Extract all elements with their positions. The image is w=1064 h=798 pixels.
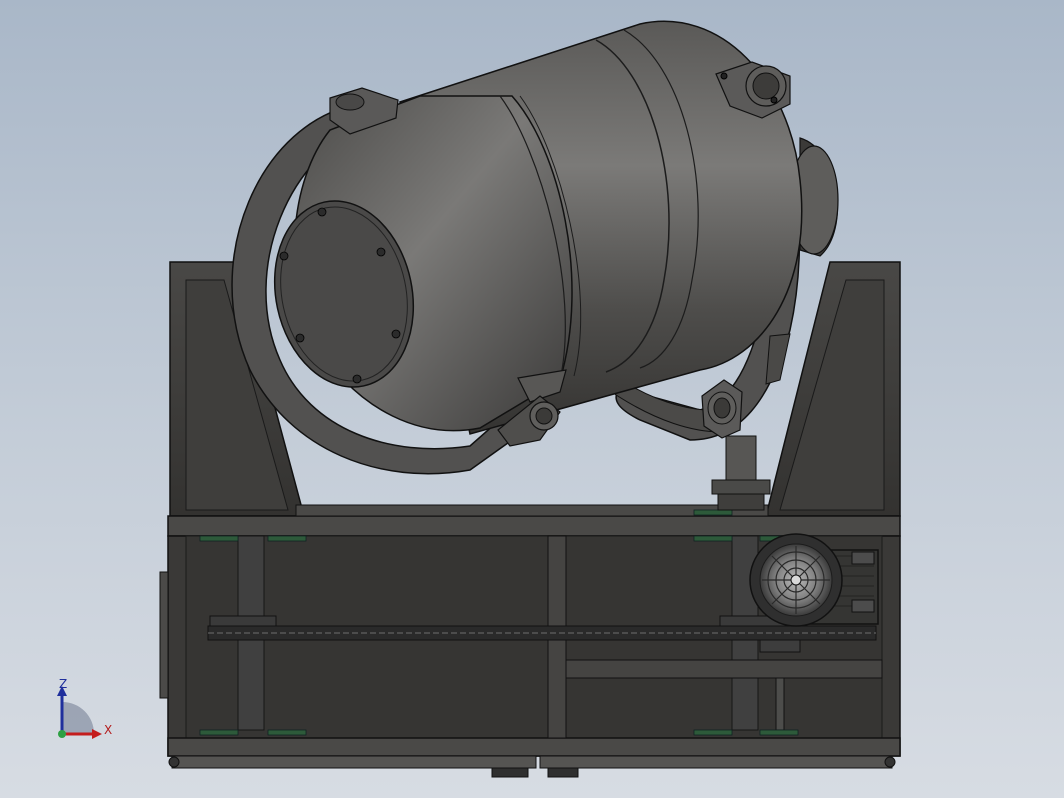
x-axis-label: X — [104, 723, 113, 737]
graphics-viewport[interactable]: Z X — [0, 0, 1064, 798]
right-support-shaft[interactable] — [711, 435, 771, 511]
cad-model[interactable] — [0, 0, 1064, 798]
orientation-triad: Z X — [50, 672, 130, 752]
z-axis-label: Z — [59, 677, 68, 691]
